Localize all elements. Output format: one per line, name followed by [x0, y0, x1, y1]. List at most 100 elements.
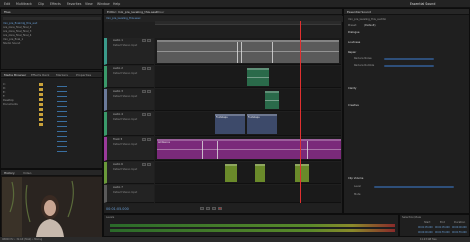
track-input[interactable]: Default Stereo Input [113, 143, 137, 146]
track-input[interactable]: Default Stereo Input [113, 191, 137, 194]
solo-button[interactable] [147, 67, 151, 70]
file-item[interactable]: Studio Sound [3, 42, 20, 45]
file-item[interactable]: mix_pre_finalmlg_this_aud [3, 22, 37, 25]
tab-history[interactable]: History [4, 171, 15, 175]
track-header[interactable]: Audio 1 Default Stereo Input [104, 38, 154, 65]
menu-view[interactable]: View [85, 2, 93, 6]
selection-duration[interactable]: 00:00:00.000 [452, 226, 467, 229]
track-lane[interactable] [155, 89, 341, 111]
menu-clip[interactable]: Clip [38, 2, 44, 6]
tab-video[interactable]: Video [23, 171, 31, 175]
menu-help[interactable]: Help [113, 2, 120, 6]
section-clip-volume[interactable]: Clip Volume [348, 177, 363, 180]
tab-essential-sound[interactable]: Essential Sound [347, 10, 371, 14]
audio-clip[interactable]: Ambience [157, 139, 341, 159]
mute-button[interactable] [142, 113, 146, 116]
audio-clip[interactable] [255, 164, 265, 182]
track-header[interactable]: Audio 4 Default Stereo Input [104, 112, 154, 136]
audio-clip[interactable] [295, 164, 309, 182]
solo-button[interactable] [147, 138, 151, 141]
mute-button[interactable] [142, 138, 146, 141]
track-name[interactable]: Audio 4 [113, 113, 123, 116]
track-input[interactable]: Default Stereo Input [113, 95, 137, 98]
volume-mute-label[interactable]: Mute [354, 193, 361, 196]
mute-button[interactable] [142, 163, 146, 166]
audio-clip[interactable] [157, 40, 339, 63]
track-header[interactable]: Audio 3 Default Stereo Input [104, 89, 154, 111]
tab-editor[interactable]: Editor: mix_pre_leveling_this.sesx [107, 10, 158, 14]
pause-button[interactable] [212, 207, 216, 210]
slider-track[interactable] [384, 65, 434, 67]
selection-end[interactable]: 00:01:05.000 [435, 226, 450, 229]
tree-item[interactable]: C: [3, 83, 6, 86]
file-list[interactable] [57, 83, 67, 153]
track-lane[interactable]: Ambience [155, 137, 341, 161]
solo-button[interactable] [147, 39, 151, 42]
tab-markers[interactable]: Markers [56, 73, 68, 77]
audio-clip[interactable]: Footsteps [215, 114, 245, 134]
tab-media-browser[interactable]: Media Browser [4, 73, 26, 77]
tab-mixer[interactable]: Mixer [156, 10, 164, 14]
track-name[interactable]: Audio 7 [113, 186, 123, 189]
menu-favorites[interactable]: Favorites [67, 2, 81, 6]
tree-item[interactable]: F: [3, 95, 5, 98]
track-lane[interactable]: Footsteps Footsteps [155, 112, 341, 136]
audio-clip[interactable]: Footsteps [247, 114, 277, 134]
track-input[interactable]: Default Stereo Input [113, 72, 137, 75]
audio-clip[interactable] [225, 164, 237, 182]
section-loudness[interactable]: Loudness [348, 41, 360, 44]
track-header[interactable]: Track 5 Default Stereo Input [104, 137, 154, 161]
solo-button[interactable] [147, 90, 151, 93]
file-item[interactable]: ore_zone_final_final_2 [3, 26, 31, 29]
track-input[interactable]: Default Stereo Input [113, 168, 137, 171]
track-lane[interactable] [155, 38, 341, 65]
solo-button[interactable] [147, 113, 151, 116]
volume-slider[interactable] [374, 186, 454, 188]
section-clarity[interactable]: Clarity [348, 87, 356, 90]
preset-value[interactable]: (Default) [364, 24, 376, 27]
menu-multitrack[interactable]: Multitrack [16, 2, 32, 6]
menu-effects[interactable]: Effects [50, 2, 61, 6]
file-item[interactable]: mix_pre_final_1 [3, 38, 23, 41]
audio-clip[interactable] [265, 91, 279, 109]
section-dialogue[interactable]: Dialogue [348, 31, 360, 34]
track-lane[interactable] [155, 185, 341, 203]
mute-button[interactable] [142, 67, 146, 70]
tab-files[interactable]: Files [4, 10, 11, 14]
slider-track[interactable] [384, 58, 434, 60]
track-name[interactable]: Audio 1 [113, 39, 123, 42]
selection-start[interactable]: 00:01:05.000 [418, 226, 433, 229]
tree-item[interactable]: Documents [3, 103, 18, 106]
play-button[interactable] [206, 207, 210, 210]
playhead[interactable] [300, 21, 301, 203]
track-lane[interactable] [155, 162, 341, 184]
track-lane[interactable] [155, 66, 341, 88]
menu-edit[interactable]: Edit [4, 2, 10, 6]
solo-button[interactable] [147, 163, 151, 166]
repair-item[interactable]: Reduce Noise [354, 57, 372, 60]
tab-effects-rack[interactable]: Effects Rack [31, 73, 49, 77]
view-end[interactable]: 00:01:55.000 [435, 231, 450, 234]
mute-button[interactable] [142, 39, 146, 42]
track-name[interactable]: Audio 3 [113, 90, 123, 93]
tree-item[interactable]: D: [3, 87, 6, 90]
mute-button[interactable] [142, 90, 146, 93]
file-item[interactable]: ore_zone_final_final_4 [3, 34, 31, 37]
workspace-label[interactable]: Essential Sound [410, 2, 435, 6]
tree-item[interactable]: Desktop [3, 99, 14, 102]
track-header[interactable]: Audio 7 Default Stereo Input [104, 185, 154, 203]
tree-item[interactable]: E: [3, 91, 6, 94]
audio-clip[interactable] [247, 68, 269, 86]
section-creative[interactable]: Creative [348, 104, 359, 107]
record-button[interactable] [218, 207, 222, 210]
track-input[interactable]: Default Stereo Input [113, 118, 137, 121]
stop-button[interactable] [200, 207, 204, 210]
file-item[interactable]: ore_zone_final_final_3 [3, 30, 31, 33]
track-name[interactable]: Audio 2 [113, 67, 123, 70]
repair-item[interactable]: Reduce Rumble [354, 64, 374, 67]
track-name[interactable]: Audio 6 [113, 163, 123, 166]
track-name[interactable]: Track 5 [113, 138, 122, 141]
tab-properties[interactable]: Properties [76, 73, 91, 77]
track-header[interactable]: Audio 6 Default Stereo Input [104, 162, 154, 184]
section-repair[interactable]: Repair [348, 51, 356, 54]
